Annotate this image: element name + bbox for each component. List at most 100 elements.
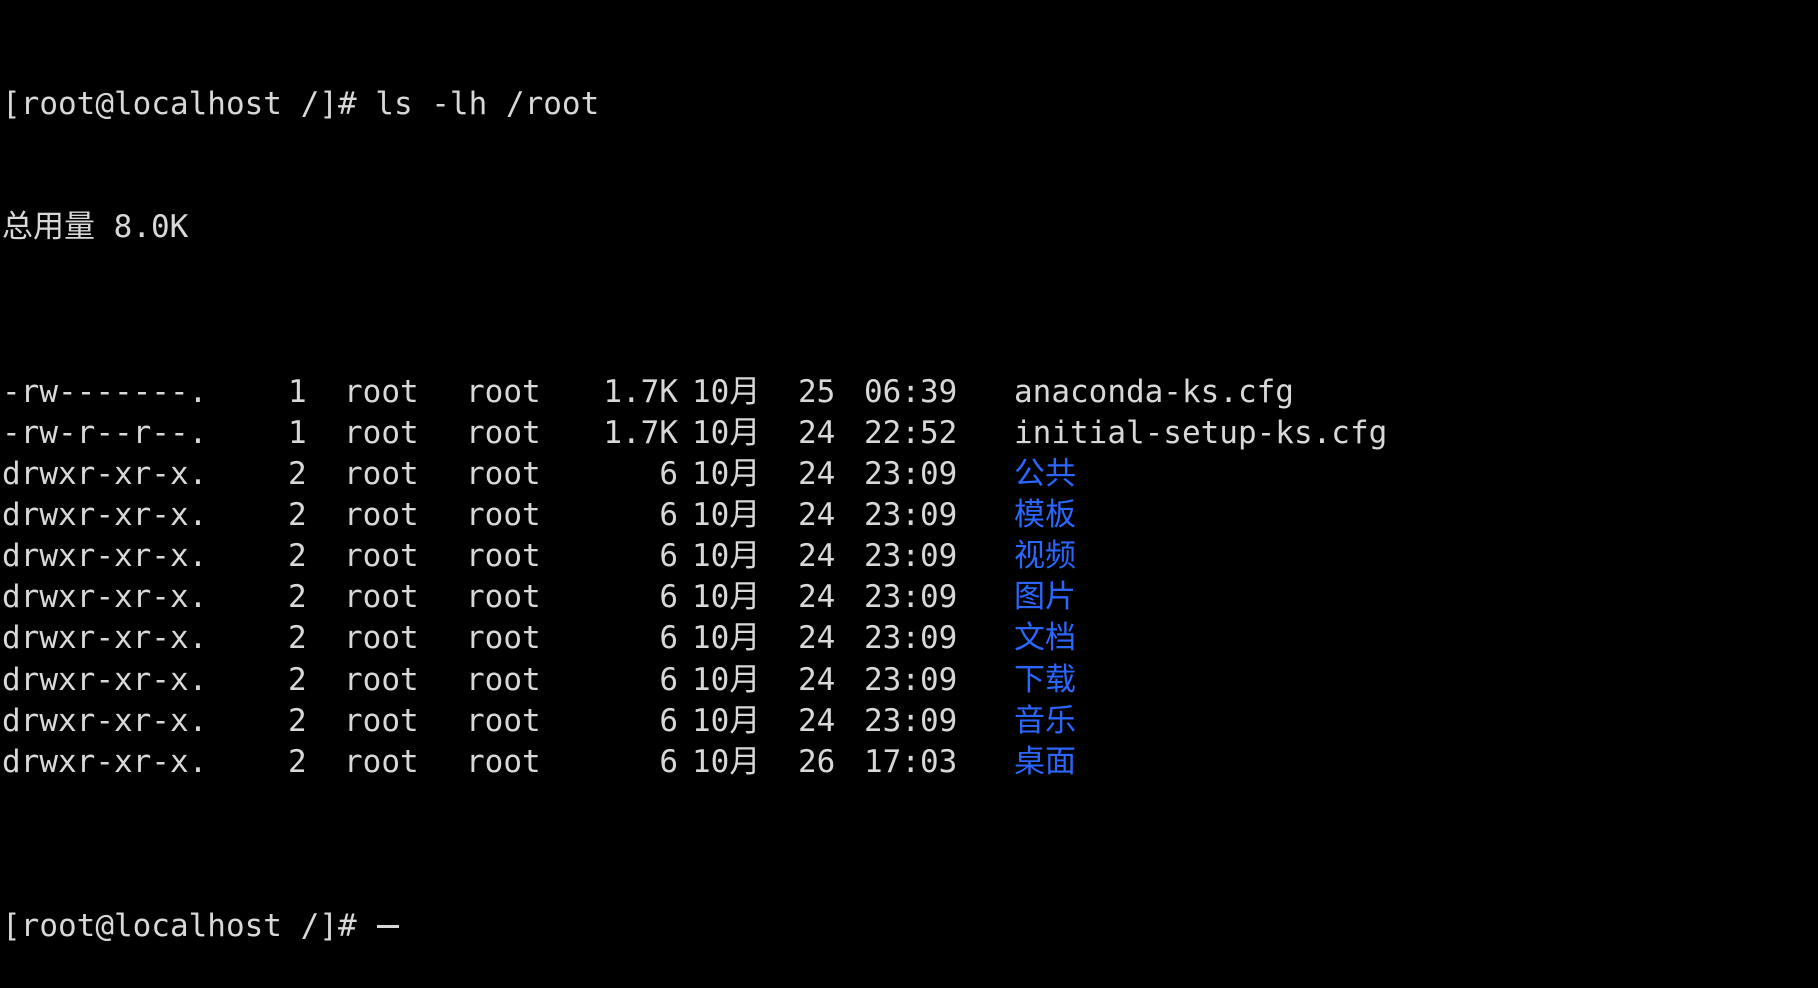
month-text: 10月 [692,497,761,534]
month-text: 10月 [692,620,761,657]
group-text: root [466,620,541,657]
link-count-text: 2 [288,702,307,739]
group-text: root [466,373,541,410]
day-text: 24 [798,702,836,739]
permissions-text: drwxr-xr-x. [2,497,208,534]
total-line: 总用量 8.0K [2,207,1818,248]
permissions-text: drwxr-xr-x. [2,456,208,493]
owner-text: root [344,497,419,534]
month-text: 10月 [692,414,761,451]
listing-row: drwxr-xr-x. 2 root root 6 10月 24 23:09 音乐 [2,701,1818,742]
group-text: root [466,538,541,575]
final-prompt-line[interactable]: [root@localhost /]# [2,906,1818,947]
size-text: 1.7K [603,373,678,410]
size-text: 1.7K [603,414,678,451]
permissions-text: drwxr-xr-x. [2,661,208,698]
month-text: 10月 [692,702,761,739]
day-text: 24 [798,414,836,451]
file-name-text: 文档 [1014,620,1076,657]
size-text: 6 [659,661,678,698]
file-name-text: 公共 [1014,456,1076,493]
link-count-text: 2 [288,620,307,657]
listing-row: drwxr-xr-x. 2 root root 6 10月 26 17:03 桌面 [2,742,1818,783]
group-text: root [466,497,541,534]
time-text: 23:09 [864,456,958,493]
month-text: 10月 [692,743,761,780]
permissions-text: -rw-------. [2,373,208,410]
day-text: 24 [798,661,836,698]
month-text: 10月 [692,538,761,575]
link-count-text: 2 [288,497,307,534]
owner-text: root [344,661,419,698]
time-text: 17:03 [864,743,958,780]
permissions-text: drwxr-xr-x. [2,579,208,616]
listing-row: drwxr-xr-x. 2 root root 6 10月 24 23:09 模板 [2,495,1818,536]
time-text: 23:09 [864,661,958,698]
month-text: 10月 [692,661,761,698]
time-text: 23:09 [864,702,958,739]
time-text: 23:09 [864,620,958,657]
terminal-window[interactable]: [root@localhost /]# ls -lh /root 总用量 8.0… [0,0,1818,944]
permissions-text: drwxr-xr-x. [2,702,208,739]
group-text: root [466,743,541,780]
size-text: 6 [659,456,678,493]
listing-row: drwxr-xr-x. 2 root root 6 10月 24 23:09 公共 [2,454,1818,495]
day-text: 24 [798,538,836,575]
file-name-text: 音乐 [1014,702,1076,739]
day-text: 25 [798,373,836,410]
owner-text: root [344,702,419,739]
owner-text: root [344,538,419,575]
time-text: 06:39 [864,373,958,410]
permissions-text: drwxr-xr-x. [2,538,208,575]
link-count-text: 1 [288,373,307,410]
prompt: [root@localhost /]# [2,86,376,123]
total-size-text: 总用量 8.0K [2,209,189,246]
group-text: root [466,579,541,616]
file-name-text: 下载 [1014,661,1076,698]
day-text: 26 [798,743,836,780]
link-count-text: 2 [288,579,307,616]
permissions-text: drwxr-xr-x. [2,620,208,657]
time-text: 23:09 [864,497,958,534]
time-text: 22:52 [864,414,958,451]
file-name-text: 桌面 [1014,743,1076,780]
cursor [377,925,400,929]
size-text: 6 [659,538,678,575]
link-count-text: 2 [288,661,307,698]
size-text: 6 [659,497,678,534]
listing-row: drwxr-xr-x. 2 root root 6 10月 24 23:09 文档 [2,618,1818,659]
day-text: 24 [798,497,836,534]
day-text: 24 [798,456,836,493]
file-name-text: 模板 [1014,497,1076,534]
command-text: ls -lh /root [375,86,600,123]
file-name-text: 图片 [1014,579,1076,616]
listing-row: -rw-------. 1 root root 1.7K 10月 25 06:39 anacon… [2,372,1818,413]
size-text: 6 [659,743,678,780]
permissions-text: -rw-r--r--. [2,414,208,451]
size-text: 6 [659,702,678,739]
listing-row: -rw-r--r--. 1 root root 1.7K 10月 24 22:52 initia… [2,413,1818,454]
day-text: 24 [798,620,836,657]
file-name-text: anaconda-ks.cfg [1014,373,1294,410]
owner-text: root [344,414,419,451]
time-text: 23:09 [864,538,958,575]
listing-row: drwxr-xr-x. 2 root root 6 10月 24 23:09 视频 [2,536,1818,577]
group-text: root [466,702,541,739]
group-text: root [466,414,541,451]
listing-row: drwxr-xr-x. 2 root root 6 10月 24 23:09 下载 [2,660,1818,701]
day-text: 24 [798,579,836,616]
link-count-text: 1 [288,414,307,451]
time-text: 23:09 [864,579,958,616]
size-text: 6 [659,620,678,657]
group-text: root [466,456,541,493]
file-listing: -rw-------. 1 root root 1.7K 10月 25 06:39 anacon… [2,372,1818,783]
file-name-text: 视频 [1014,538,1076,575]
final-prompt: [root@localhost /]# [2,908,376,945]
owner-text: root [344,620,419,657]
month-text: 10月 [692,579,761,616]
listing-row: drwxr-xr-x. 2 root root 6 10月 24 23:09 图片 [2,577,1818,618]
link-count-text: 2 [288,743,307,780]
owner-text: root [344,373,419,410]
owner-text: root [344,579,419,616]
file-name-text: initial-setup-ks.cfg [1014,414,1388,451]
